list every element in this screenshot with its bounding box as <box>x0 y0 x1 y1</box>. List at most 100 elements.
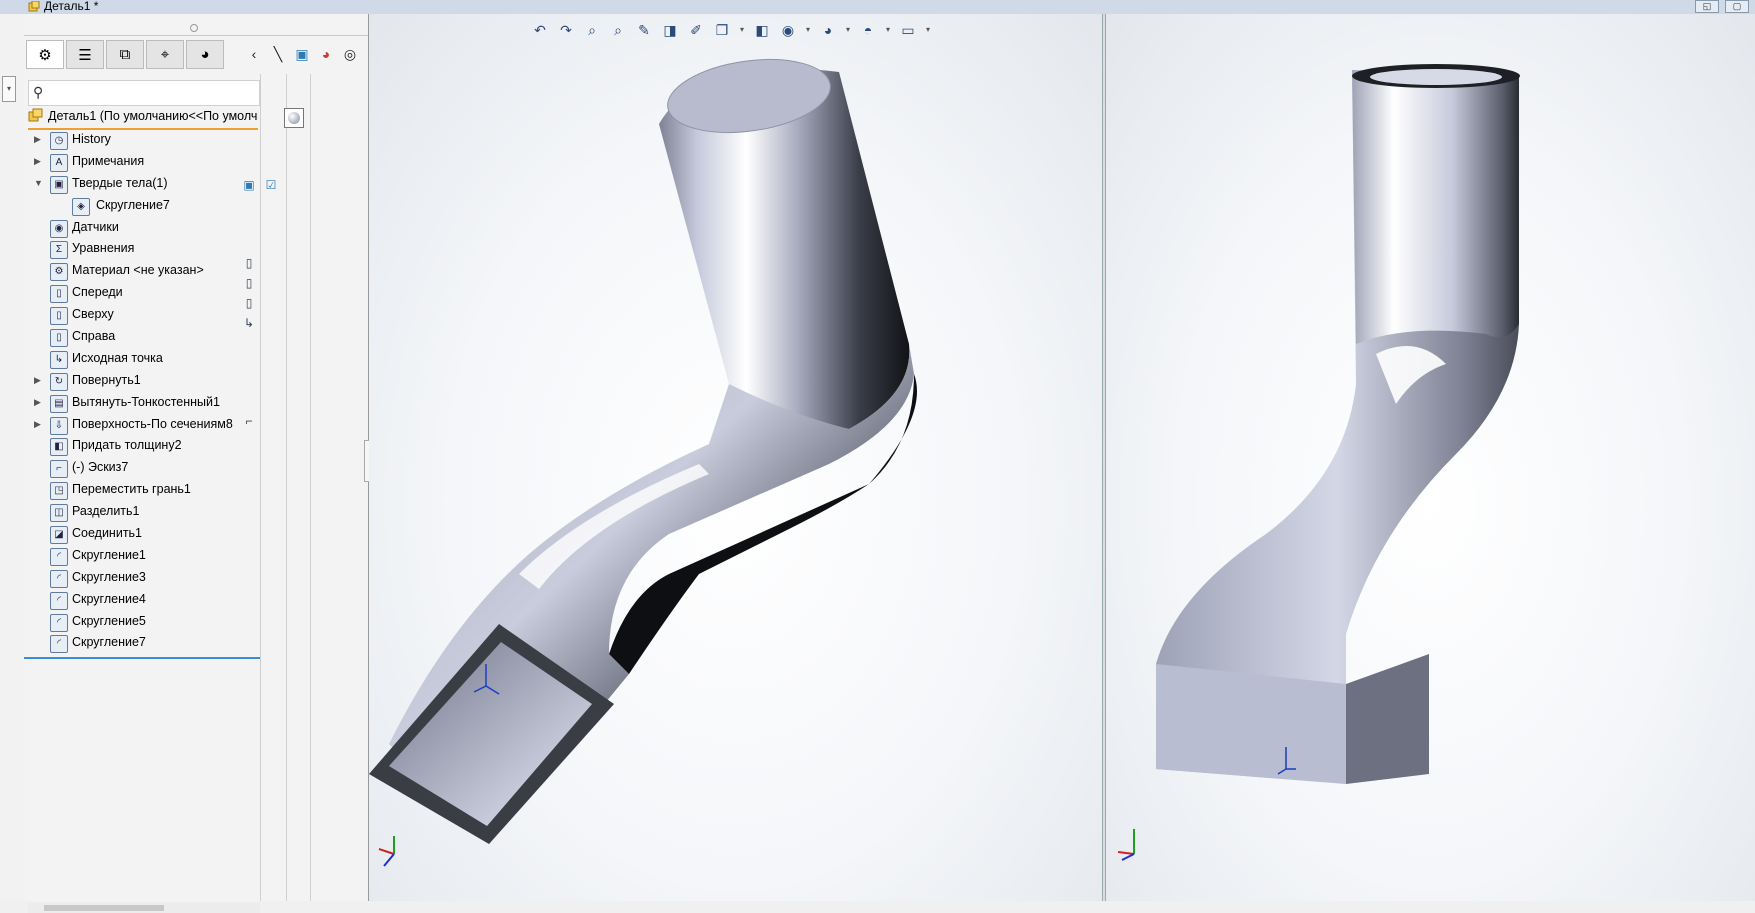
plane-icon[interactable]: ▯ <box>242 296 256 310</box>
sketch-icon[interactable]: ⌐ <box>242 414 256 428</box>
plane-icon[interactable]: ▯ <box>242 276 256 290</box>
sketch-line-icon[interactable]: ╲ <box>268 44 288 64</box>
redo-icon[interactable]: ↷ <box>556 20 576 40</box>
tree-item[interactable]: ◜ Скругление4 <box>28 590 260 612</box>
tree-item[interactable]: ▼ ▣ Твердые тела(1) <box>28 174 260 196</box>
panel-grip-icon[interactable] <box>190 24 198 32</box>
tree-item[interactable]: Σ Уравнения <box>28 239 260 261</box>
feature-manager-icon: ⚙ <box>38 46 52 64</box>
tree-item[interactable]: ⚙ Материал <не указан> <box>28 261 260 283</box>
collapse-dropdown-icon[interactable]: ▾ <box>2 76 16 102</box>
origin-icon: ↳ <box>50 350 68 369</box>
tree-item[interactable]: ◜ Скругление1 <box>28 546 260 568</box>
tree-item[interactable]: ▯ Спереди <box>28 283 260 305</box>
chevron-right-icon[interactable]: ▶ <box>34 397 41 408</box>
previous-view-icon[interactable]: ✎ <box>634 20 654 40</box>
tree-item-label: Исходная точка <box>72 350 163 365</box>
tree-item[interactable]: ▯ Сверху <box>28 305 260 327</box>
panel-tools: ‹ ╲ ▣ ◕ ◎ <box>244 44 360 64</box>
horizontal-scrollbar[interactable] <box>28 903 260 913</box>
tree-item-label: Повернуть1 <box>72 372 141 387</box>
zoom-to-fit-icon[interactable]: ⌕ <box>582 20 602 40</box>
dynamic-annotation-icon[interactable]: ✐ <box>686 20 706 40</box>
tab-property-manager[interactable]: ☰ <box>66 40 104 69</box>
tree-item[interactable]: ⌐ (-) Эскиз7 <box>28 458 260 480</box>
tree-item[interactable]: ◜ Скругление3 <box>28 568 260 590</box>
chevron-right-icon[interactable]: ▶ <box>34 419 41 430</box>
tree-item-label: Скругление4 <box>72 591 146 606</box>
chevron-right-icon[interactable]: ▶ <box>34 134 41 145</box>
body-icon[interactable]: ▣ <box>242 178 256 192</box>
feature-manager-panel: ⚙ ☰ ⧉ ⌖ ◕ ‹ ╲ ▣ ◕ ◎ ⚲ Деталь1 (По умолчанию<… <box>24 14 369 913</box>
chevron-down-icon[interactable]: ▾ <box>884 20 892 40</box>
filter-input[interactable]: ⚲ <box>28 80 260 106</box>
tree-item-label: Материал <не указан> <box>72 263 204 278</box>
tree-item[interactable]: ◧ Придать толщину2 <box>28 436 260 458</box>
chevron-down-icon[interactable]: ▾ <box>804 20 812 40</box>
hide-show-icon[interactable]: ◉ <box>778 20 798 40</box>
display-style-icon[interactable]: ◧ <box>752 20 772 40</box>
left-strip: ▾ <box>0 14 25 901</box>
tree-item[interactable]: ▶ ▤ Вытянуть-Тонкостенный1 <box>28 393 260 415</box>
feature-tree: ▶ ◷ History ▶ A Примечания ▼ ▣ Твердые тела(1) ◈ С… <box>28 130 260 655</box>
tree-item[interactable]: ◫ Разделить1 <box>28 502 260 524</box>
chevron-left-icon[interactable]: ‹ <box>244 44 264 64</box>
tree-item[interactable]: ▶ ⇩ Поверхность-По сечениям8 <box>28 415 260 437</box>
fillet-icon: ◜ <box>50 635 68 654</box>
fillet-icon: ◜ <box>50 569 68 588</box>
tab-configuration-manager[interactable]: ⧉ <box>106 40 144 69</box>
chevron-down-icon[interactable]: ▼ <box>34 178 43 188</box>
section-view-icon[interactable]: ◨ <box>660 20 680 40</box>
close-doc-button[interactable]: ▢ <box>1725 0 1749 13</box>
chevron-down-icon[interactable]: ▾ <box>844 20 852 40</box>
tree-item[interactable]: ◉ Датчики <box>28 218 260 240</box>
heads-up-toolbar: ↶ ↷ ⌕ ⌕ ✎ ◨ ✐ ❐ ▾ ◧ ◉ ▾ ◕ ▾ ◓ ▾ ▭ ▾ <box>530 20 932 40</box>
tree-item[interactable]: ▶ ◷ History <box>28 130 260 152</box>
plane-icon[interactable]: ▯ <box>242 256 256 270</box>
origin-icon[interactable]: ↳ <box>242 316 256 330</box>
equations-icon: Σ <box>50 241 68 260</box>
appearance-icon[interactable]: ◕ <box>316 44 336 64</box>
thicken-icon: ◧ <box>50 438 68 457</box>
tree-item[interactable]: ◜ Скругление5 <box>28 612 260 634</box>
tree-root[interactable]: Деталь1 (По умолчанию<<По умолча <box>28 108 258 130</box>
restore-button[interactable]: ◱ <box>1695 0 1719 13</box>
view-settings-icon[interactable]: ▭ <box>898 20 918 40</box>
view-orientation-icon[interactable]: ❐ <box>712 20 732 40</box>
graphics-viewport-left[interactable] <box>369 14 1102 901</box>
part-icon <box>28 1 40 12</box>
configuration-manager-icon: ⧉ <box>119 46 131 63</box>
tree-item[interactable]: ◜ Скругление7 <box>28 633 260 655</box>
tree-item[interactable]: ↳ Исходная точка <box>28 349 260 371</box>
tree-item[interactable]: ▶ ↻ Повернуть1 <box>28 371 260 393</box>
chevron-right-icon[interactable]: ▶ <box>34 375 41 386</box>
chevron-down-icon[interactable]: ▾ <box>738 20 746 40</box>
apply-scene-icon[interactable]: ◓ <box>858 20 878 40</box>
tree-item[interactable]: ▯ Справа <box>28 327 260 349</box>
tree-item[interactable]: ◳ Переместить грань1 <box>28 480 260 502</box>
undo-icon[interactable]: ↶ <box>530 20 550 40</box>
rollback-bar[interactable] <box>24 657 260 659</box>
filter-icon[interactable]: ⚲ <box>33 84 43 101</box>
eye-icon[interactable]: ◎ <box>340 44 360 64</box>
tree-item[interactable]: ◈ Скругление7 <box>28 196 260 218</box>
zoom-to-area-icon[interactable]: ⌕ <box>608 20 628 40</box>
appearance-sphere-icon[interactable] <box>284 108 304 128</box>
chevron-right-icon[interactable]: ▶ <box>34 156 41 167</box>
plane-icon: ▯ <box>50 285 68 304</box>
tab-display-manager[interactable]: ◕ <box>186 40 224 69</box>
graphics-viewport-right[interactable] <box>1106 14 1755 901</box>
edit-appearance-icon[interactable]: ◕ <box>818 20 838 40</box>
sketch-icon: ⌐ <box>50 460 68 479</box>
box-icon[interactable]: ▣ <box>292 44 312 64</box>
tab-feature-manager[interactable]: ⚙ <box>26 40 64 69</box>
tab-dimxpert[interactable]: ⌖ <box>146 40 184 69</box>
tree-item[interactable]: ▶ A Примечания <box>28 152 260 174</box>
tree-item[interactable]: ◪ Соединить1 <box>28 524 260 546</box>
body-check-icon[interactable]: ☑ <box>264 178 278 192</box>
chevron-down-icon[interactable]: ▾ <box>924 20 932 40</box>
tree-item-label: Вытянуть-Тонкостенный1 <box>72 394 220 409</box>
axis-triad-icon <box>378 836 395 867</box>
tree-item-label: Примечания <box>72 153 145 168</box>
revolve-icon: ↻ <box>50 372 68 391</box>
